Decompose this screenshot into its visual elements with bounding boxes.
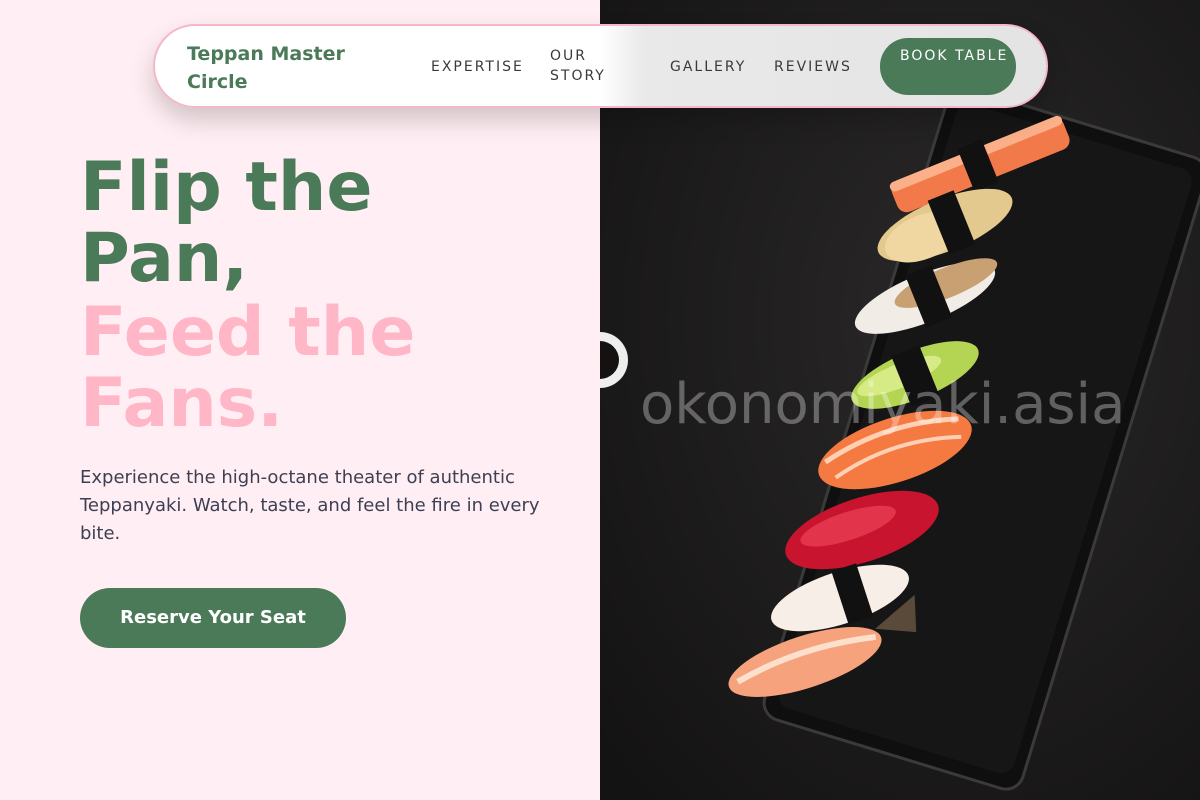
watermark-text: okonomiyaki.asia [640, 372, 1126, 437]
nav-link-reviews[interactable]: REVIEWS [774, 57, 852, 77]
nav-link-gallery[interactable]: GALLERY [670, 57, 746, 77]
top-navigation: Teppan Master Circle EXPERTISE OUR STORY… [153, 24, 1048, 108]
hero-image: okonomiyaki.asia [600, 0, 1200, 800]
hero-title-line: Pan, [80, 219, 249, 298]
hero-text-panel: Flip the Pan, Feed the Fans. Experience … [0, 0, 600, 800]
hero-title-line-accent: Feed the [80, 293, 416, 372]
nav-link-expertise[interactable]: EXPERTISE [431, 57, 524, 77]
hero-title-line: Flip the [80, 148, 373, 227]
reserve-seat-button[interactable]: Reserve Your Seat [80, 588, 346, 648]
book-table-button[interactable]: BOOK TABLE [880, 38, 1016, 95]
hero-title-line-accent: Fans. [80, 364, 284, 443]
brand-logo-text[interactable]: Teppan Master Circle [187, 40, 377, 96]
hero-description: Experience the high-octane theater of au… [80, 467, 540, 544]
nav-link-our-story[interactable]: OUR STORY [550, 46, 630, 86]
